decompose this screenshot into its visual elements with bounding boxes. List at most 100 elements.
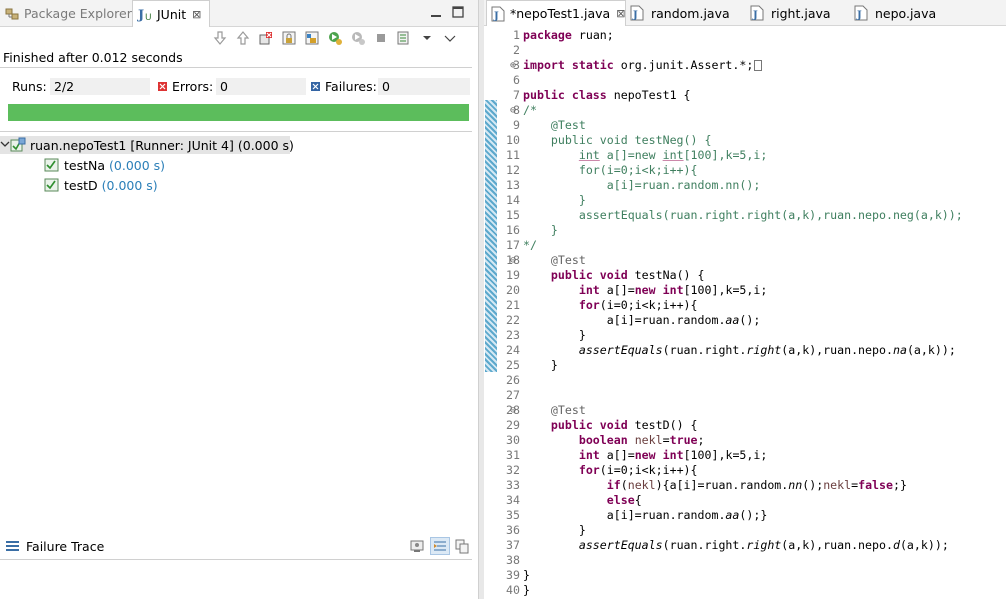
chevron-down-icon[interactable] [0,139,10,152]
tab-junit[interactable]: JU JUnit ⊠ [132,0,210,27]
code-line: 33 if(nekl){a[i]=ruan.random.nn();nekl=f… [506,478,907,492]
copy-trace-icon[interactable] [452,537,472,555]
maximize-icon[interactable] [452,6,464,18]
svg-text:J: J [137,8,144,22]
code-line: 34 else{ [506,493,642,507]
fold-collapse-icon: ⊖ [510,105,517,116]
close-icon[interactable]: ⊠ [616,7,625,20]
junit-view: Package Explorer JU JUnit ⊠ Finished aft… [0,0,478,599]
runs-label: Runs: [12,79,47,94]
failures-value: 0 [378,78,470,95]
code-line: 18 ⊖ @Test [506,253,586,267]
code-line: 28 ⊖ @Test [506,403,586,417]
tab-package-explorer-label: Package Explorer [24,6,132,21]
code-line: 6 [513,73,520,87]
code-line: 15 assertEquals(ruan.right.right(a,k),ru… [506,208,963,222]
divider [0,67,472,68]
stop-icon[interactable] [371,29,391,47]
view-menu-icon[interactable] [440,29,460,47]
code-line: 2 [513,43,520,57]
counter-panel: Runs: 2/2 Errors: 0 Failures: 0 [0,77,472,97]
failure-trace-toolbar [408,537,474,555]
tree-root-label: ruan.nepoTest1 [Runner: JUnit 4] [30,137,234,153]
rerun-failures-first-icon[interactable] [348,29,368,47]
next-failure-icon[interactable] [210,29,230,47]
chevron-down-icon[interactable] [417,29,437,47]
code-line: 19 public void testNa() { [506,268,705,282]
code-line: 25 } [506,358,558,372]
svg-text:U: U [145,13,152,22]
java-file-icon: J [630,5,646,21]
code-line: 3 ⊕ import static org.junit.Assert.*; [484,58,1006,73]
close-icon[interactable]: ⊠ [192,8,201,21]
editor-tab-random[interactable]: J random.java [630,0,730,26]
code-line: 10 public void testNeg() { [506,133,712,147]
left-tab-bar: Package Explorer JU JUnit ⊠ [0,0,478,27]
editor-tab-right[interactable]: J right.java [750,0,831,26]
code-line: 11 int a[]=new int[100],k=5,i; [506,148,768,162]
fold-expand-icon: ⊕ [510,60,517,71]
java-file-icon: J [750,5,766,21]
failures-label: Failures: [325,79,377,94]
code-line: 36 } [506,523,586,537]
divider [0,559,472,560]
code-line: 17 */ [506,238,537,252]
tree-root-time: (0.000 s) [237,137,294,153]
code-line: 16 } [506,223,558,237]
code-line: 20 int a[]=new int[100],k=5,i; [506,283,768,297]
code-line: 35 a[i]=ruan.random.aa();} [506,508,768,522]
test-time: (0.000 s) [109,157,166,173]
compare-results-icon[interactable] [408,537,428,555]
editor-tab-nepotest1[interactable]: J *nepoTest1.java ⊠ [486,0,626,26]
tree-row-test[interactable]: testD (0.000 s) [44,176,158,194]
tree-row-root[interactable]: ruan.nepoTest1 [Runner: JUnit 4] (0.000 … [0,136,294,154]
editor-tab-label: right.java [771,5,831,21]
code-line: 26 [506,373,520,387]
filter-stack-trace-icon[interactable] [430,537,450,555]
code-line: 13 a[i]=ruan.random.nn(); [506,178,761,192]
errors-label: Errors: [172,79,214,94]
code-line: 7 public class nepoTest1 { [513,88,691,102]
scroll-lock-icon[interactable] [279,29,299,47]
editor-tab-nepo[interactable]: J nepo.java [854,0,936,26]
test-run-history-icon[interactable] [394,29,414,47]
test-name: testD [64,177,98,193]
minimize-icon[interactable] [430,6,442,18]
code-line: 14 } [506,193,586,207]
failure-trace-header: Failure Trace [0,535,472,558]
stack-trace-icon [6,541,19,551]
svg-text:J: J [632,10,638,21]
code-line: 37 assertEquals(ruan.right.right(a,k),ru… [506,538,949,552]
code-line: 24 assertEquals(ruan.right.right(a,k),ru… [506,343,956,357]
code-line: 30 boolean nekl=true; [506,433,705,447]
run-status-text: Finished after 0.012 seconds [3,50,183,65]
runs-value: 2/2 [50,78,150,95]
previous-failure-icon[interactable] [233,29,253,47]
code-line: 29 public void testD() { [506,418,698,432]
svg-text:J: J [856,10,862,21]
lock-results-icon[interactable] [302,29,322,47]
test-ok-icon [44,157,60,173]
tab-package-explorer[interactable]: Package Explorer [4,0,132,27]
tree-row-test[interactable]: testNa (0.000 s) [44,156,165,174]
code-line: 27 [506,388,520,402]
code-line: 21 for(i=0;i<k;i++){ [506,298,698,312]
code-line: 23 } [506,328,586,342]
java-file-icon: J [491,6,505,22]
show-failures-only-icon[interactable] [256,29,276,47]
junit-toolbar [210,28,463,48]
code-line: 38 [506,553,520,567]
svg-text:J: J [752,10,758,21]
failures-label-group: Failures: [311,79,377,94]
test-suite-ok-icon [10,137,26,153]
editor-tab-label: random.java [651,5,730,21]
code-line: 39} [506,568,530,582]
editor-tab-label: *nepoTest1.java [510,6,611,21]
code-line: 31 int a[]=new int[100],k=5,i; [506,448,768,462]
failure-trace-title: Failure Trace [26,539,105,554]
rerun-test-icon[interactable] [325,29,345,47]
errors-label-group: Errors: [158,79,213,94]
editor-tab-label: nepo.java [875,5,937,21]
divider [0,131,472,132]
package-explorer-icon [4,6,20,22]
